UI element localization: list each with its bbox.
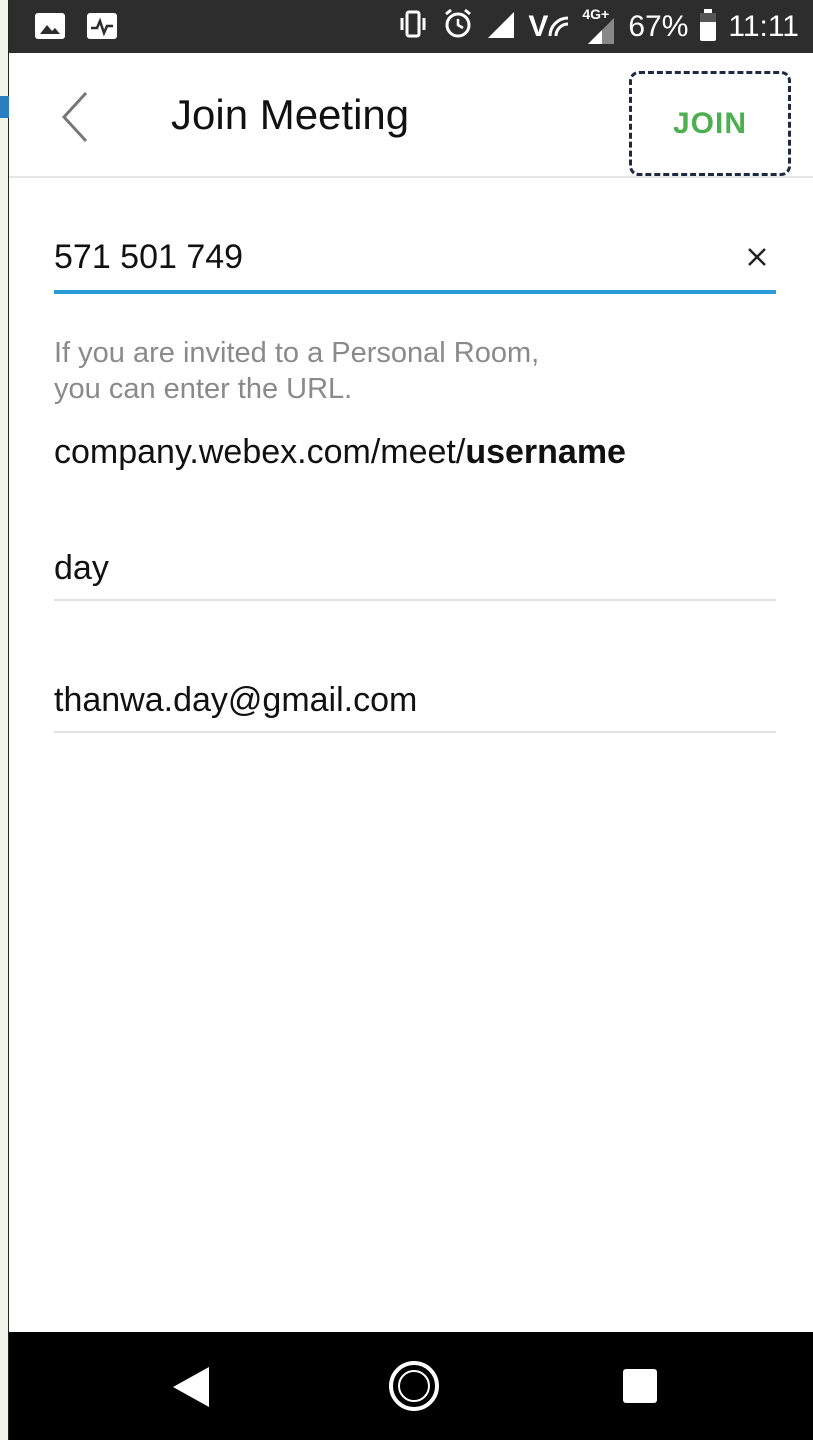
url-example: company.webex.com/meet/username bbox=[54, 433, 626, 472]
gallery-icon bbox=[35, 13, 65, 39]
app-toolbar: Join Meeting JOIN bbox=[9, 53, 813, 178]
alarm-icon bbox=[442, 8, 474, 45]
chevron-left-icon bbox=[61, 91, 88, 143]
url-example-prefix: company.webex.com/meet/ bbox=[54, 433, 466, 471]
signal-icon bbox=[486, 10, 516, 43]
nav-home-icon[interactable] bbox=[389, 1361, 439, 1411]
join-meeting-screen: Join Meeting JOIN 571 501 749 If you are… bbox=[9, 53, 813, 1332]
name-field[interactable]: day bbox=[54, 549, 776, 601]
window-edge bbox=[0, 0, 9, 1440]
system-nav-bar bbox=[9, 1332, 813, 1440]
4g-signal-icon: 4G+ bbox=[582, 6, 616, 44]
volte-icon: V bbox=[528, 10, 570, 44]
close-icon[interactable] bbox=[744, 244, 770, 270]
activity-icon bbox=[87, 13, 117, 39]
join-highlight: JOIN bbox=[629, 71, 791, 176]
volte-text: V bbox=[528, 9, 549, 43]
meeting-number-input[interactable]: 571 501 749 bbox=[54, 238, 776, 294]
clock: 11:11 bbox=[728, 9, 799, 43]
personal-room-hint: If you are invited to a Personal Room, y… bbox=[54, 335, 539, 407]
email-field[interactable]: thanwa.day@gmail.com bbox=[54, 681, 776, 733]
window-accent bbox=[0, 96, 9, 118]
hint-line-1: If you are invited to a Personal Room, bbox=[54, 337, 540, 369]
url-example-username: username bbox=[465, 433, 626, 471]
meeting-number-value: 571 501 749 bbox=[54, 238, 244, 276]
email-value: thanwa.day@gmail.com bbox=[54, 681, 418, 719]
name-value: day bbox=[54, 549, 109, 587]
nav-back-icon[interactable] bbox=[169, 1365, 213, 1414]
vibrate-icon bbox=[396, 9, 430, 44]
join-button[interactable]: JOIN bbox=[632, 74, 788, 173]
battery-icon bbox=[700, 8, 717, 41]
status-bar: V 4G+ 67% 11:11 bbox=[9, 0, 813, 53]
nav-recents-icon[interactable] bbox=[623, 1369, 657, 1403]
battery-percent: 67% bbox=[628, 9, 689, 43]
back-button[interactable] bbox=[54, 87, 94, 147]
hint-line-2: you can enter the URL. bbox=[54, 373, 353, 405]
page-title: Join Meeting bbox=[171, 91, 410, 138]
